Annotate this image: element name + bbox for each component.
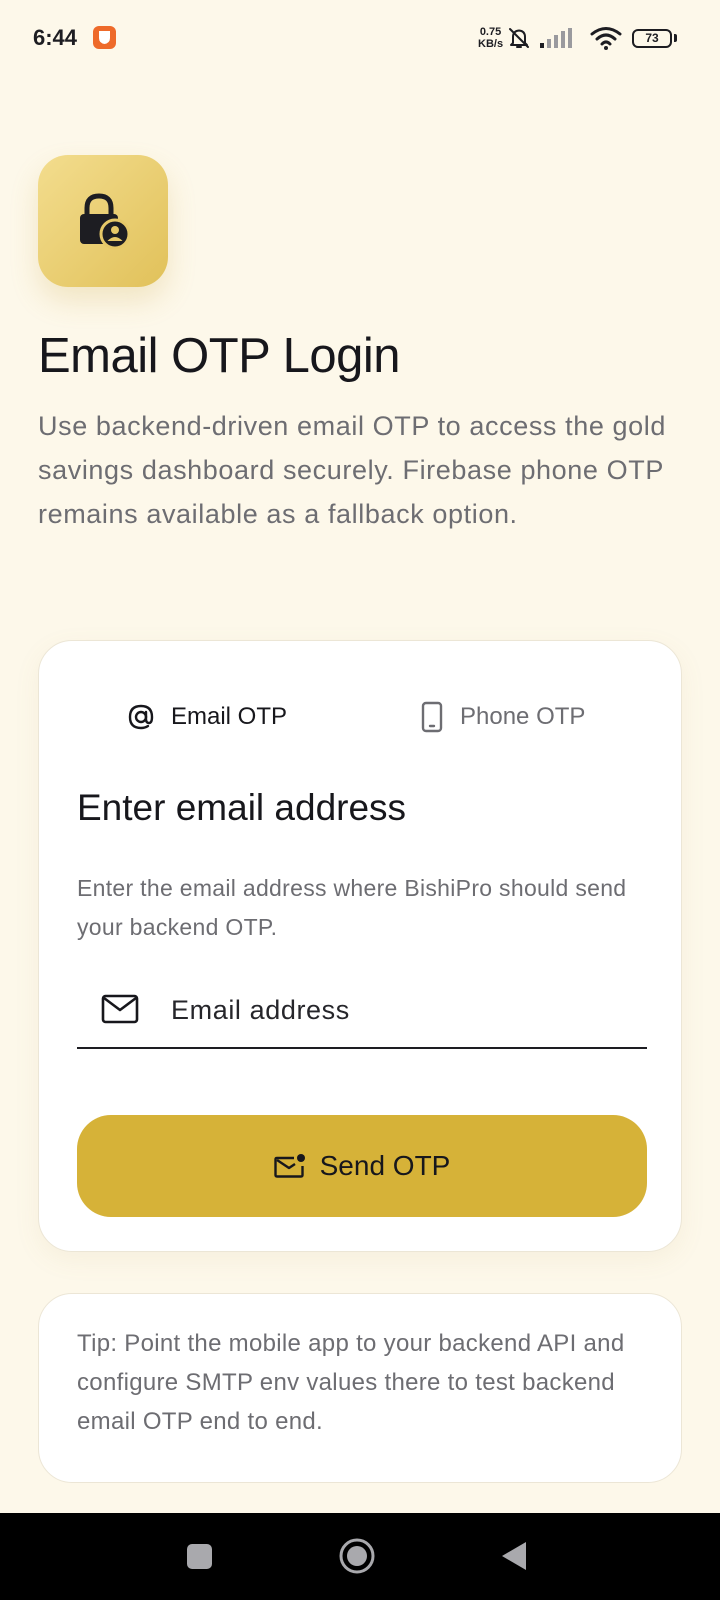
email-field[interactable]: [77, 975, 647, 1049]
tab-phone-otp[interactable]: Phone OTP: [420, 697, 585, 737]
mute-bell-icon: [509, 28, 529, 48]
battery-level: 73: [645, 31, 659, 45]
page-title: Email OTP Login: [38, 329, 401, 383]
page-description: Use backend-driven email OTP to access t…: [38, 411, 667, 529]
status-bar: 6:44 0.75 KB/s 73: [0, 0, 720, 80]
tab-email-otp[interactable]: Email OTP: [127, 697, 287, 737]
mail-badge-icon: [273, 1154, 305, 1178]
status-time: 6:44: [33, 25, 78, 50]
wifi-icon: [590, 27, 622, 50]
network-speed-value: 0.75: [479, 26, 502, 38]
lock-person-icon: [80, 193, 130, 250]
card-title: Enter email address: [77, 787, 407, 828]
tip-card: Tip: Point the mobile app to your backen…: [38, 1293, 682, 1483]
battery-tip: [674, 34, 677, 42]
network-speed: 0.75 KB/s: [478, 26, 503, 50]
navigation-bar: [0, 1513, 720, 1600]
back-icon[interactable]: [500, 1540, 528, 1572]
card-subtitle: Enter the email address where BishiPro s…: [77, 875, 627, 940]
mail-icon: [101, 994, 139, 1024]
recent-apps-icon[interactable]: [186, 1543, 213, 1570]
network-speed-unit: KB/s: [478, 38, 504, 50]
tab-phone-otp-label: Phone OTP: [460, 703, 586, 730]
signal-icon: [540, 28, 572, 48]
home-icon[interactable]: [338, 1537, 376, 1575]
tab-email-otp-label: Email OTP: [171, 703, 288, 730]
battery-icon: 73: [632, 29, 672, 48]
login-card: Email OTP Phone OTP Enter email address …: [38, 640, 682, 1252]
send-otp-button[interactable]: Send OTP: [77, 1115, 647, 1217]
send-otp-label: Send OTP: [319, 1150, 451, 1181]
at-sign-icon: [128, 704, 154, 730]
app-notification-icon: [93, 26, 116, 49]
app-logo: [38, 155, 168, 287]
phone-icon: [421, 701, 443, 733]
email-input[interactable]: [169, 985, 633, 1035]
tip-text: Tip: Point the mobile app to your backen…: [77, 1330, 625, 1435]
